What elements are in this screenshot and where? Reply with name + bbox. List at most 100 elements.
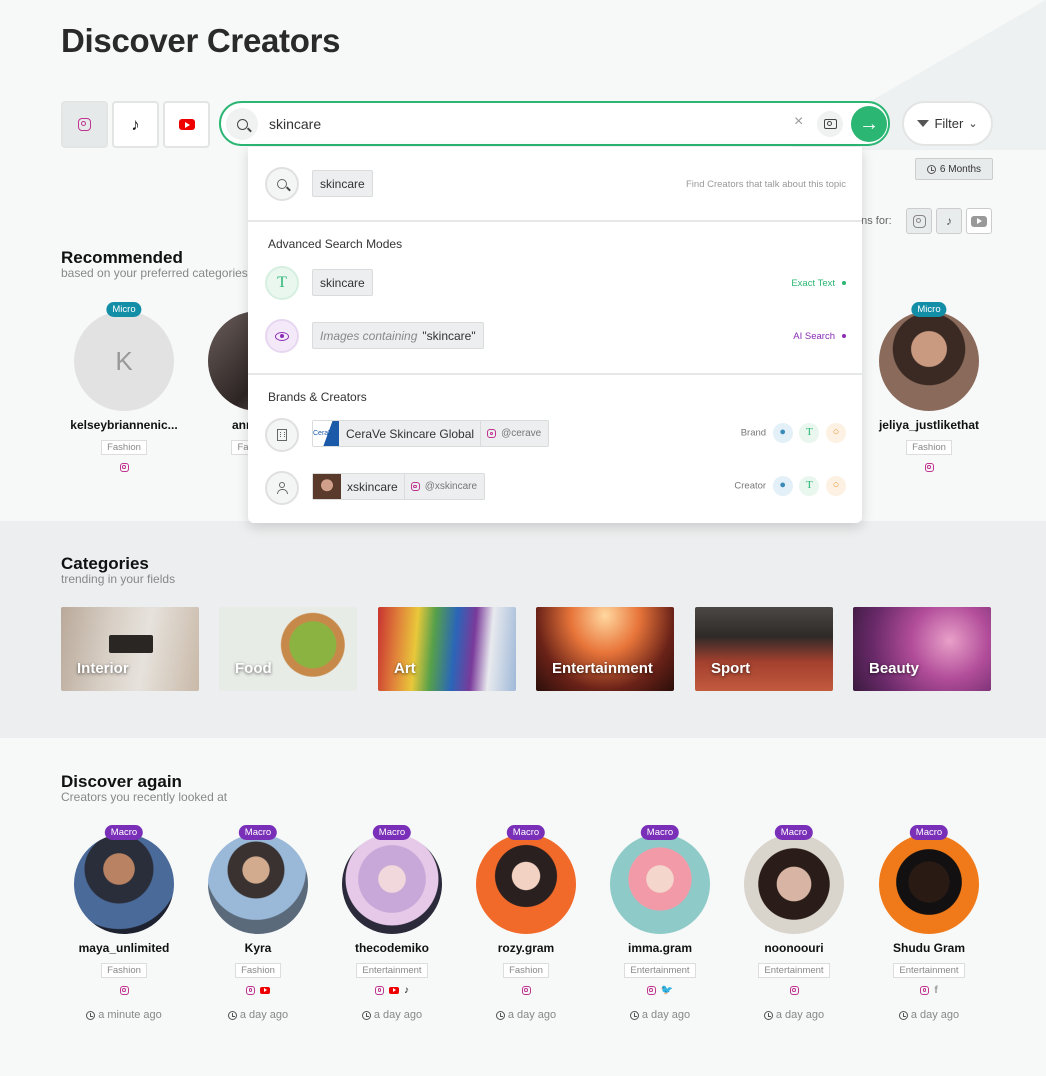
- avatar: K: [74, 311, 174, 411]
- recommended-title: Recommended: [61, 248, 183, 267]
- exact-text-icon: T: [799, 423, 820, 443]
- clock-icon: [629, 1010, 639, 1020]
- last-viewed-time: a day ago: [775, 1009, 825, 1021]
- tier-badge: Macro: [774, 825, 814, 840]
- time-range-label: 6 Months: [939, 163, 982, 175]
- avatar: [342, 834, 442, 934]
- instagram-icon: [521, 985, 531, 995]
- search-icon: [226, 108, 258, 140]
- category-tile-sport[interactable]: Sport: [695, 607, 833, 691]
- exact-text-chip: skincare: [312, 269, 373, 296]
- category-label: Food: [235, 660, 272, 677]
- audience-icon: ●: [772, 476, 793, 496]
- suggest-tiktok-button[interactable]: ♪: [936, 208, 962, 234]
- tiktok-icon: ♪: [946, 214, 952, 228]
- avatar: [610, 834, 710, 934]
- categories-subtitle: trending in your fields: [61, 572, 176, 586]
- creator-card[interactable]: Micro jeliya_justlikethat Fashion: [862, 302, 996, 473]
- search-input[interactable]: [269, 112, 789, 136]
- instagram-icon: [924, 462, 934, 472]
- exact-text-tag: Exact Text: [791, 278, 846, 289]
- instagram-icon: [920, 985, 930, 995]
- creator-name: thecodemiko: [354, 941, 429, 955]
- topic-hint: Find Creators that talk about this topic: [686, 179, 846, 190]
- creator-card[interactable]: Macro maya_unlimited Fashion a minute ag…: [57, 825, 191, 1021]
- category-tile-food[interactable]: Food: [219, 607, 357, 691]
- platform-youtube-button[interactable]: [163, 101, 210, 148]
- eye-icon: [265, 319, 299, 353]
- search-suggestions-dropdown: skincare Find Creators that talk about t…: [248, 147, 862, 523]
- avatar: [74, 834, 174, 934]
- category-label: Sport: [711, 660, 751, 677]
- category-tag: Entertainment: [758, 963, 830, 978]
- instagram-icon: [375, 985, 384, 995]
- clear-search-icon[interactable]: ×: [794, 113, 803, 131]
- person-icon: [265, 471, 299, 505]
- tiktok-icon: ♪: [131, 114, 140, 134]
- creator-name: noonoouri: [764, 941, 824, 955]
- avatar: [744, 834, 844, 934]
- creator-name: kelseybriannenic...: [70, 418, 178, 432]
- creator-card[interactable]: Micro K kelseybriannenic... Fashion: [57, 302, 191, 473]
- creator-result-xskincare[interactable]: xskincare @xskincare Creator ● T ○: [248, 468, 862, 508]
- chevron-down-icon: ⌄: [968, 118, 978, 130]
- category-tag: Entertainment: [624, 963, 696, 978]
- creator-card[interactable]: Macro imma.gram Entertainment 🐦 a day ag…: [593, 825, 727, 1021]
- creator-card[interactable]: Macro Kyra Fashion a day ago: [191, 825, 325, 1021]
- instagram-icon: [646, 985, 656, 995]
- platform-tiktok-button[interactable]: ♪: [112, 101, 159, 148]
- ai-search-tag: AI Search: [793, 331, 846, 342]
- sofa-shape: [109, 635, 153, 653]
- creator-card[interactable]: Macro noonoouri Entertainment a day ago: [727, 825, 861, 1021]
- clock-icon: [926, 164, 936, 174]
- category-tile-beauty[interactable]: Beauty: [853, 607, 991, 691]
- creator-card[interactable]: Macro Shudu Gram Entertainment f a day a…: [862, 825, 996, 1021]
- brand-result-cerave[interactable]: CeraVe CeraVe Skincare Global @cerave Br…: [248, 415, 862, 455]
- creator-name: rozy.gram: [497, 941, 555, 955]
- clock-icon: [227, 1010, 237, 1020]
- category-tile-entertainment[interactable]: Entertainment: [536, 607, 674, 691]
- tier-badge: Macro: [104, 825, 144, 840]
- tiktok-icon: ♪: [404, 984, 409, 996]
- tier-badge: Micro: [911, 302, 947, 317]
- topic-search-option[interactable]: skincare Find Creators that talk about t…: [248, 147, 862, 220]
- suggest-youtube-button[interactable]: [966, 208, 992, 234]
- category-tag: Fashion: [101, 963, 147, 978]
- youtube-icon: [178, 119, 195, 130]
- tier-badge: Macro: [238, 825, 278, 840]
- topic-chip: skincare: [312, 170, 373, 197]
- clock-icon: [361, 1010, 371, 1020]
- category-tag: Fashion: [906, 440, 952, 455]
- brand-chip: CeraVe CeraVe Skincare Global @cerave: [312, 420, 550, 447]
- search-icon: [265, 167, 299, 201]
- twitter-icon: 🐦: [660, 984, 674, 996]
- instagram-icon: [78, 118, 91, 131]
- tier-badge: Macro: [909, 825, 949, 840]
- search-submit-button[interactable]: →: [851, 106, 887, 142]
- category-tile-art[interactable]: Art: [378, 607, 516, 691]
- exact-text-option[interactable]: T skincare Exact Text: [248, 263, 862, 303]
- avatar: [208, 834, 308, 934]
- last-viewed-time: a day ago: [910, 1009, 960, 1021]
- suggest-instagram-button[interactable]: [906, 208, 932, 234]
- image-search-option[interactable]: Images containing "skincare" AI Search: [248, 316, 862, 356]
- exact-text-icon: T: [265, 266, 299, 300]
- last-viewed-time: a day ago: [373, 1009, 423, 1021]
- filter-button[interactable]: Filter ⌄: [902, 101, 993, 146]
- page-title: Discover Creators: [61, 22, 341, 59]
- avatar: [879, 311, 979, 411]
- instagram-icon: [410, 482, 420, 491]
- creator-card[interactable]: Macro rozy.gram Fashion a day ago: [459, 825, 593, 1021]
- cerave-logo: CeraVe: [313, 421, 339, 446]
- category-tile-interior[interactable]: Interior: [61, 607, 199, 691]
- category-label: Beauty: [869, 660, 920, 677]
- creator-card[interactable]: Macro thecodemiko Entertainment ♪ a day …: [325, 825, 459, 1021]
- platform-instagram-button[interactable]: [61, 101, 108, 148]
- last-viewed-time: a day ago: [507, 1009, 557, 1021]
- tier-badge: Macro: [372, 825, 412, 840]
- filter-label: Filter: [934, 116, 964, 131]
- profile-icon: ○: [826, 476, 846, 496]
- image-search-button[interactable]: [817, 111, 843, 137]
- time-range-button[interactable]: 6 Months: [915, 158, 993, 180]
- category-tag: Entertainment: [356, 963, 428, 978]
